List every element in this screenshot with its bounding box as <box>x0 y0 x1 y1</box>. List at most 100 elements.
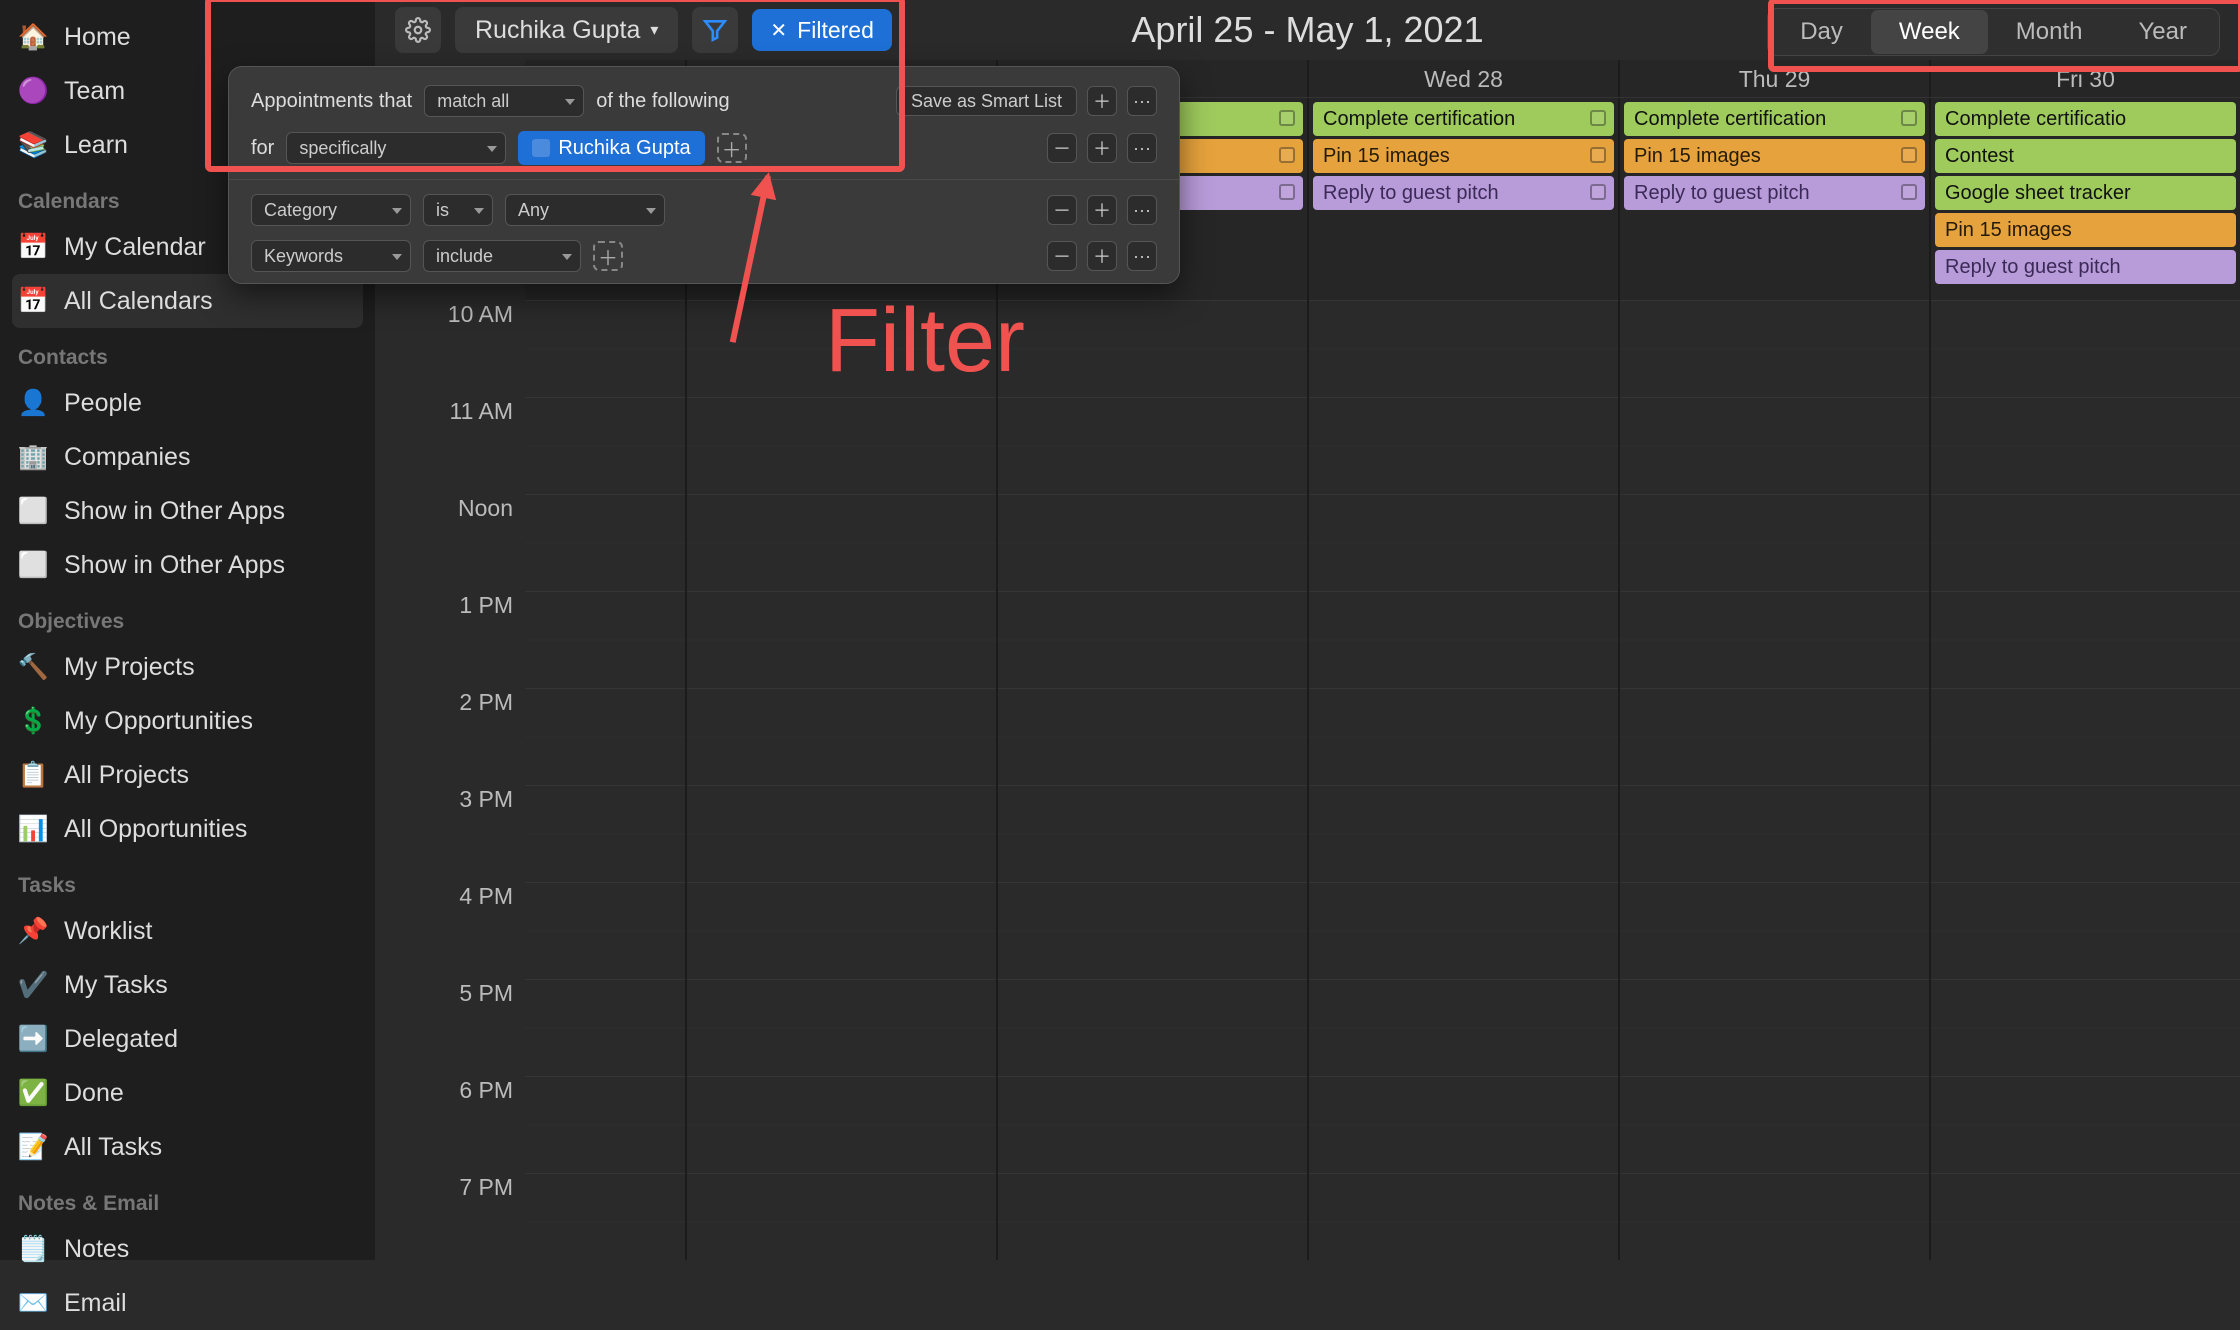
checkbox-icon[interactable] <box>1901 184 1917 200</box>
field-select[interactable]: Category <box>251 194 411 226</box>
allday-col-wed[interactable]: Complete certification Pin 15 images Rep… <box>1309 98 1620 300</box>
sidebar-item-show-other-apps-2[interactable]: ⬜ Show in Other Apps <box>0 538 375 592</box>
add-user-button[interactable]: ＋ <box>717 133 747 163</box>
add-row-button[interactable]: ＋ <box>1087 86 1117 116</box>
sidebar-item-people[interactable]: 👤 People <box>0 376 375 430</box>
checkbox-icon[interactable] <box>1590 110 1606 126</box>
home-icon: 🏠 <box>18 22 48 52</box>
checkbox-icon[interactable] <box>1901 110 1917 126</box>
event-label: Pin 15 images <box>1945 219 2072 242</box>
user-chip[interactable]: Ruchika Gupta ▾ <box>455 7 678 53</box>
separator <box>229 179 1179 180</box>
user-token[interactable]: Ruchika Gupta <box>518 131 704 165</box>
checkbox-icon[interactable] <box>1279 184 1295 200</box>
close-icon[interactable]: ✕ <box>770 18 787 43</box>
sidebar-item-label: All Projects <box>64 761 189 790</box>
checkbox-icon[interactable] <box>1590 147 1606 163</box>
more-button[interactable]: ··· <box>1127 133 1157 163</box>
value-select[interactable]: Any <box>505 194 665 226</box>
event-chip[interactable]: Reply to guest pitch <box>1935 250 2236 284</box>
match-mode-select[interactable]: match all <box>424 85 584 117</box>
event-chip[interactable]: Pin 15 images <box>1624 139 1925 173</box>
view-seg-week[interactable]: Week <box>1871 10 1988 54</box>
select-value: Category <box>264 200 337 221</box>
more-button[interactable]: ··· <box>1127 241 1157 271</box>
day-head-wed: Wed 28 <box>1309 60 1620 97</box>
sidebar-item-my-opportunities[interactable]: 💲 My Opportunities <box>0 694 375 748</box>
event-chip[interactable]: Complete certification <box>1313 102 1614 136</box>
add-keyword-button[interactable]: ＋ <box>593 241 623 271</box>
remove-row-button[interactable]: － <box>1047 133 1077 163</box>
select-value: specifically <box>299 138 386 159</box>
add-row-button[interactable]: ＋ <box>1087 195 1117 225</box>
sidebar-item-email[interactable]: ✉️ Email <box>0 1276 375 1330</box>
remove-row-button[interactable]: － <box>1047 241 1077 271</box>
allday-col-fri[interactable]: Complete certificatio Contest Google she… <box>1931 98 2240 300</box>
annotation-label: Filter <box>825 290 1025 393</box>
app-icon: ⬜ <box>18 550 48 580</box>
view-seg-day[interactable]: Day <box>1772 10 1871 54</box>
event-chip[interactable]: Google sheet tracker <box>1935 176 2236 210</box>
field-select[interactable]: Keywords <box>251 240 411 272</box>
filter-button[interactable] <box>692 7 738 53</box>
hammer-icon: 🔨 <box>18 652 48 682</box>
remove-row-button[interactable]: － <box>1047 195 1077 225</box>
checkbox-icon[interactable] <box>1901 147 1917 163</box>
projects-icon: 📋 <box>18 760 48 790</box>
sidebar-item-home[interactable]: 🏠 Home <box>0 10 375 64</box>
checkbox-icon[interactable] <box>1279 147 1295 163</box>
op-select[interactable]: is <box>423 194 493 226</box>
more-button[interactable]: ··· <box>1127 86 1157 116</box>
view-seg-month[interactable]: Month <box>1988 10 2111 54</box>
checkbox-icon[interactable] <box>1590 184 1606 200</box>
hour-grid[interactable] <box>525 300 2240 1260</box>
view-seg-year[interactable]: Year <box>2111 10 2216 54</box>
sidebar-item-label: Notes <box>64 1235 129 1264</box>
sidebar-item-done[interactable]: ✅ Done <box>0 1066 375 1120</box>
sidebar-item-notes[interactable]: 🗒️ Notes <box>0 1222 375 1276</box>
sidebar-item-my-tasks[interactable]: ✔️ My Tasks <box>0 958 375 1012</box>
filtered-chip[interactable]: ✕ Filtered <box>752 9 891 51</box>
allday-col-thu[interactable]: Complete certification Pin 15 images Rep… <box>1620 98 1931 300</box>
sidebar-item-all-projects[interactable]: 📋 All Projects <box>0 748 375 802</box>
event-chip[interactable]: Complete certification <box>1624 102 1925 136</box>
event-chip[interactable]: Pin 15 images <box>1935 213 2236 247</box>
sidebar-item-label: Show in Other Apps <box>64 551 285 580</box>
sidebar-item-all-opportunities[interactable]: 📊 All Opportunities <box>0 802 375 856</box>
sidebar-item-show-other-apps-1[interactable]: ⬜ Show in Other Apps <box>0 484 375 538</box>
sidebar-item-label: My Tasks <box>64 971 168 1000</box>
team-icon: 🟣 <box>18 76 48 106</box>
sidebar-section-objectives: Objectives <box>0 592 375 640</box>
event-chip[interactable]: Contest <box>1935 139 2236 173</box>
sidebar-item-all-tasks[interactable]: 📝 All Tasks <box>0 1120 375 1174</box>
sidebar-item-delegated[interactable]: ➡️ Delegated <box>0 1012 375 1066</box>
event-chip[interactable]: Complete certificatio <box>1935 102 2236 136</box>
settings-button[interactable] <box>395 7 441 53</box>
sidebar-item-worklist[interactable]: 📌 Worklist <box>0 904 375 958</box>
op-select[interactable]: include <box>423 240 581 272</box>
select-value: is <box>436 200 449 221</box>
time-label: 11 AM <box>375 397 525 494</box>
event-chip[interactable]: Reply to guest pitch <box>1313 176 1614 210</box>
sidebar-item-label: Companies <box>64 443 190 472</box>
event-label: Complete certification <box>1634 108 1826 131</box>
scope-select[interactable]: specifically <box>286 132 506 164</box>
time-label: 10 AM <box>375 300 525 397</box>
token-label: Ruchika Gupta <box>558 137 690 160</box>
save-smart-list-button[interactable]: Save as Smart List <box>896 86 1077 116</box>
filter-for-label: for <box>251 137 274 160</box>
add-row-button[interactable]: ＋ <box>1087 133 1117 163</box>
mail-icon: ✉️ <box>18 1288 48 1318</box>
sidebar-item-label: My Opportunities <box>64 707 253 736</box>
checkbox-icon[interactable] <box>1279 110 1295 126</box>
select-value: match all <box>437 91 509 112</box>
sidebar-item-companies[interactable]: 🏢 Companies <box>0 430 375 484</box>
more-button[interactable]: ··· <box>1127 195 1157 225</box>
sidebar-item-my-projects[interactable]: 🔨 My Projects <box>0 640 375 694</box>
event-chip[interactable]: Reply to guest pitch <box>1624 176 1925 210</box>
event-label: Complete certificatio <box>1945 108 2126 131</box>
sidebar-item-label: Done <box>64 1079 124 1108</box>
event-chip[interactable]: Pin 15 images <box>1313 139 1614 173</box>
chevron-down-icon: ▾ <box>650 20 658 40</box>
add-row-button[interactable]: ＋ <box>1087 241 1117 271</box>
